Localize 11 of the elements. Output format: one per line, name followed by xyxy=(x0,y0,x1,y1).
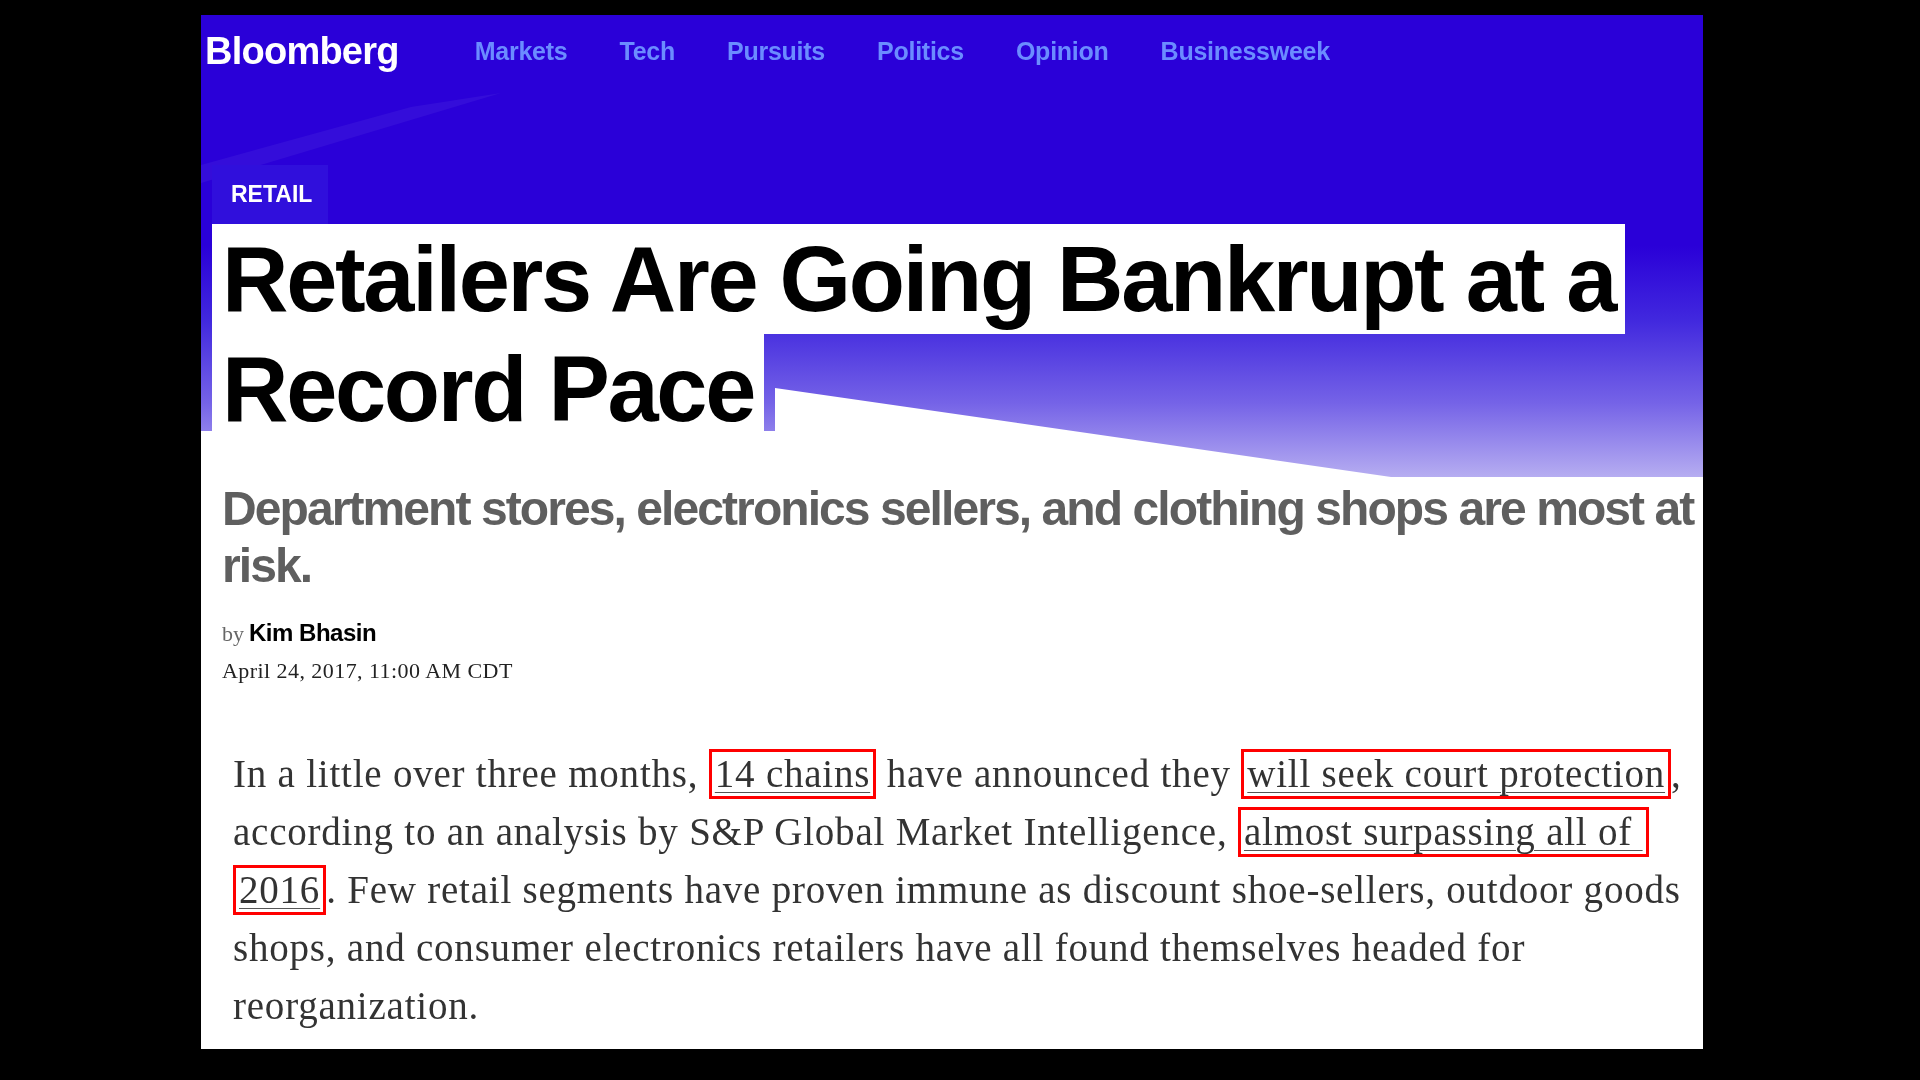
publish-date: April 24, 2017, 11:00 AM CDT xyxy=(222,657,513,685)
boxed-link[interactable]: 14 chains xyxy=(708,749,877,799)
boxed-link[interactable]: 2016 xyxy=(233,865,327,915)
article-subheadline: Department stores, electronics sellers, and clothing shops are most at risk. xyxy=(221,481,1695,594)
section-tag[interactable]: RETAIL xyxy=(212,165,329,224)
site-logo[interactable]: Bloomberg xyxy=(205,32,399,70)
byline-prefix: by xyxy=(222,620,244,648)
author-link[interactable]: Kim Bhasin xyxy=(249,618,377,648)
boxed-link[interactable]: will seek court protection xyxy=(1241,749,1672,799)
article-paragraph: In a little over three months, 14 chains have announced they will seek court protection, according to an analysis by S&P Global Market Intelligence, almost surpassing all of 2016. Few retail segments have proven immune as discount shoe-sellers, outdoor goods shops, and consumer electronics retailers have all found themselves headed for reorganization. xyxy=(201,745,1703,1035)
boxed-link[interactable]: almost surpassing all of xyxy=(1237,807,1649,857)
